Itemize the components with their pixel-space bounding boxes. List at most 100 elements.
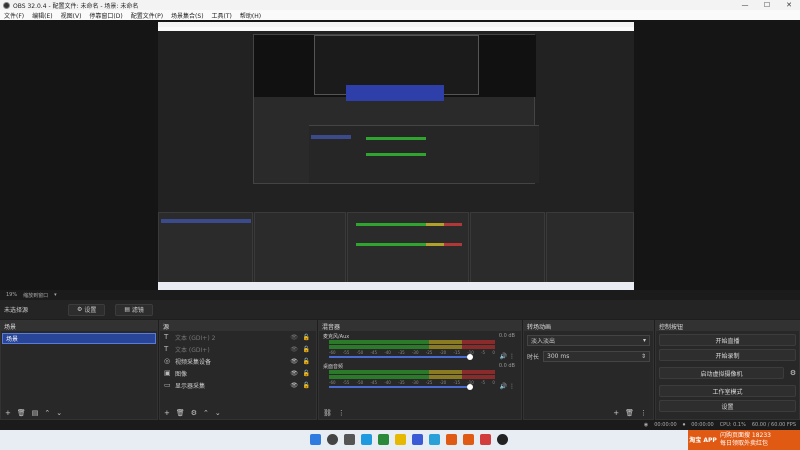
more-icon[interactable]: ⋮ bbox=[338, 409, 345, 417]
meter-scale-tick: -30 bbox=[411, 350, 419, 355]
start-streaming-button[interactable]: 开始直播 bbox=[659, 334, 796, 346]
gear-icon[interactable]: ⚙ bbox=[787, 369, 799, 377]
gear-icon: ⚙ bbox=[77, 306, 85, 313]
menu-tools[interactable]: 工具(T) bbox=[208, 11, 236, 20]
chevron-down-icon[interactable]: ⌄ bbox=[56, 409, 62, 417]
zoom-level[interactable]: 19% bbox=[6, 292, 17, 298]
obs-taskbar-icon[interactable] bbox=[497, 434, 508, 445]
link-icon[interactable]: ⛓ bbox=[323, 409, 332, 417]
studio-mode-button[interactable]: 工作室模式 bbox=[659, 385, 796, 397]
visibility-icon[interactable]: 👁 bbox=[290, 382, 298, 389]
filters-button[interactable]: ▤ 滤镜 bbox=[115, 303, 153, 316]
volume-slider-handle[interactable] bbox=[467, 354, 473, 360]
lock-icon[interactable]: 🔓 bbox=[303, 370, 310, 377]
mixer-dock-footer: ⛓ ⋮ bbox=[319, 407, 521, 419]
delete-icon[interactable]: 🗑 bbox=[17, 409, 26, 417]
scenes-dock-footer: + 🗑 ▤ ⌃ ⌄ bbox=[1, 407, 157, 419]
monitor-icon: ▭ bbox=[164, 381, 171, 389]
app-icon[interactable] bbox=[446, 434, 457, 445]
source-list-item[interactable]: T 文本 (GDI+) 2 👁 🔓 bbox=[160, 331, 316, 343]
delete-icon[interactable]: 🗑 bbox=[176, 409, 185, 417]
volume-meter bbox=[329, 340, 495, 344]
minimize-icon[interactable]: — bbox=[734, 1, 756, 9]
chevron-down-icon: ▾ bbox=[642, 337, 646, 344]
edge-icon[interactable] bbox=[361, 434, 372, 445]
close-icon[interactable]: ✕ bbox=[778, 1, 800, 9]
menu-view[interactable]: 视图(V) bbox=[57, 11, 86, 20]
more-icon[interactable]: ⋮ bbox=[640, 409, 647, 417]
volume-slider-handle[interactable] bbox=[467, 384, 473, 390]
folder-icon[interactable] bbox=[395, 434, 406, 445]
preview-canvas[interactable] bbox=[158, 22, 634, 290]
delete-icon[interactable]: 🗑 bbox=[625, 409, 634, 417]
scene-list-item[interactable]: 场景 bbox=[2, 333, 156, 344]
start-virtual-camera-button[interactable]: 启动虚拟摄像机 bbox=[659, 367, 784, 379]
visibility-icon[interactable]: 👁 bbox=[290, 370, 298, 377]
preview-area[interactable] bbox=[0, 20, 800, 290]
meter-scale-tick: 0 bbox=[492, 380, 495, 385]
menu-profile[interactable]: 配置文件(P) bbox=[127, 11, 167, 20]
messaging-icon[interactable] bbox=[429, 434, 440, 445]
virtual-camera-row: 启动虚拟摄像机 ⚙ bbox=[656, 364, 799, 382]
chevron-down-icon[interactable]: ⌄ bbox=[215, 409, 221, 417]
add-icon[interactable]: + bbox=[613, 409, 619, 417]
gear-icon[interactable]: ⚙ bbox=[191, 409, 197, 417]
speaker-icon[interactable]: 🔊 bbox=[500, 383, 507, 390]
scenes-dock: 场景 场景 + 🗑 ▤ ⌃ ⌄ bbox=[0, 320, 158, 420]
visibility-icon[interactable]: 👁 bbox=[290, 334, 298, 341]
more-icon[interactable]: ⋮ bbox=[509, 383, 515, 390]
scenes-dock-title: 场景 bbox=[1, 321, 157, 331]
chevron-up-icon[interactable]: ⌃ bbox=[203, 409, 209, 417]
meter-scale-tick: -20 bbox=[439, 380, 447, 385]
preview-nested-scene-row bbox=[311, 135, 351, 139]
volume-slider[interactable] bbox=[329, 386, 469, 388]
start-recording-button[interactable]: 开始录制 bbox=[659, 349, 796, 361]
menu-scene-collection[interactable]: 场景集合(S) bbox=[167, 11, 208, 20]
browser-icon[interactable] bbox=[378, 434, 389, 445]
filter-icon: ▤ bbox=[124, 306, 132, 313]
chevron-up-icon[interactable]: ⌃ bbox=[44, 409, 50, 417]
zoom-mode[interactable]: 缩放到窗口 bbox=[23, 292, 48, 299]
duration-input[interactable]: 300 ms ⇕ bbox=[543, 351, 650, 362]
visibility-icon[interactable]: 👁 bbox=[290, 358, 298, 365]
menu-docks[interactable]: 停靠窗口(D) bbox=[85, 11, 126, 20]
properties-label: 设置 bbox=[84, 307, 97, 314]
lock-icon[interactable]: 🔓 bbox=[303, 382, 310, 389]
menu-file[interactable]: 文件(F) bbox=[0, 11, 28, 20]
advertisement-banner[interactable]: 淘宝 APP 闪购页面搜 18233 每日领取外卖红包 bbox=[688, 430, 800, 450]
maximize-icon[interactable]: ☐ bbox=[756, 1, 778, 9]
text-icon: T bbox=[164, 333, 169, 341]
task-view-icon[interactable] bbox=[344, 434, 355, 445]
record-time: 00:00:00 bbox=[691, 422, 714, 428]
filter-icon[interactable]: ▤ bbox=[32, 409, 39, 417]
app-icon[interactable] bbox=[463, 434, 474, 445]
chevron-down-icon[interactable]: ▾ bbox=[54, 292, 57, 298]
preview-nested-meter bbox=[356, 243, 426, 246]
settings-button[interactable]: 设置 bbox=[659, 400, 796, 412]
preview-toolbar: 19% 缩放到窗口 ▾ bbox=[0, 290, 800, 300]
source-label: 文本 (GDI+) 2 bbox=[175, 334, 216, 342]
menu-help[interactable]: 帮助(H) bbox=[236, 11, 265, 20]
transition-type-select[interactable]: 淡入淡出 ▾ bbox=[527, 335, 650, 346]
lock-icon[interactable]: 🔓 bbox=[303, 334, 310, 341]
source-list-item[interactable]: T 文本 (GDI+) 👁 🔓 bbox=[160, 343, 316, 355]
add-icon[interactable]: + bbox=[5, 409, 11, 417]
visibility-icon[interactable]: 👁 bbox=[290, 346, 298, 353]
menu-edit[interactable]: 编辑(E) bbox=[28, 11, 56, 20]
properties-button[interactable]: ⚙ 设置 bbox=[68, 303, 106, 316]
store-icon[interactable] bbox=[412, 434, 423, 445]
app-icon[interactable] bbox=[480, 434, 491, 445]
start-menu-icon[interactable] bbox=[310, 434, 321, 445]
lock-icon[interactable]: 🔓 bbox=[303, 358, 310, 365]
lock-icon[interactable]: 🔓 bbox=[303, 346, 310, 353]
transition-type-value: 淡入淡出 bbox=[531, 338, 556, 345]
source-list-item[interactable]: ▭ 显示器采集 👁 🔓 bbox=[160, 379, 316, 391]
meter-scale-tick: -15 bbox=[453, 380, 460, 385]
source-list-item[interactable]: ▣ 图像 👁 🔓 bbox=[160, 367, 316, 379]
add-icon[interactable]: + bbox=[164, 409, 170, 417]
volume-slider[interactable] bbox=[329, 356, 469, 358]
speaker-icon[interactable]: 🔊 bbox=[500, 353, 507, 360]
search-icon[interactable] bbox=[327, 434, 338, 445]
source-list-item[interactable]: ◎ 视频采集设备 👁 🔓 bbox=[160, 355, 316, 367]
more-icon[interactable]: ⋮ bbox=[509, 353, 515, 360]
